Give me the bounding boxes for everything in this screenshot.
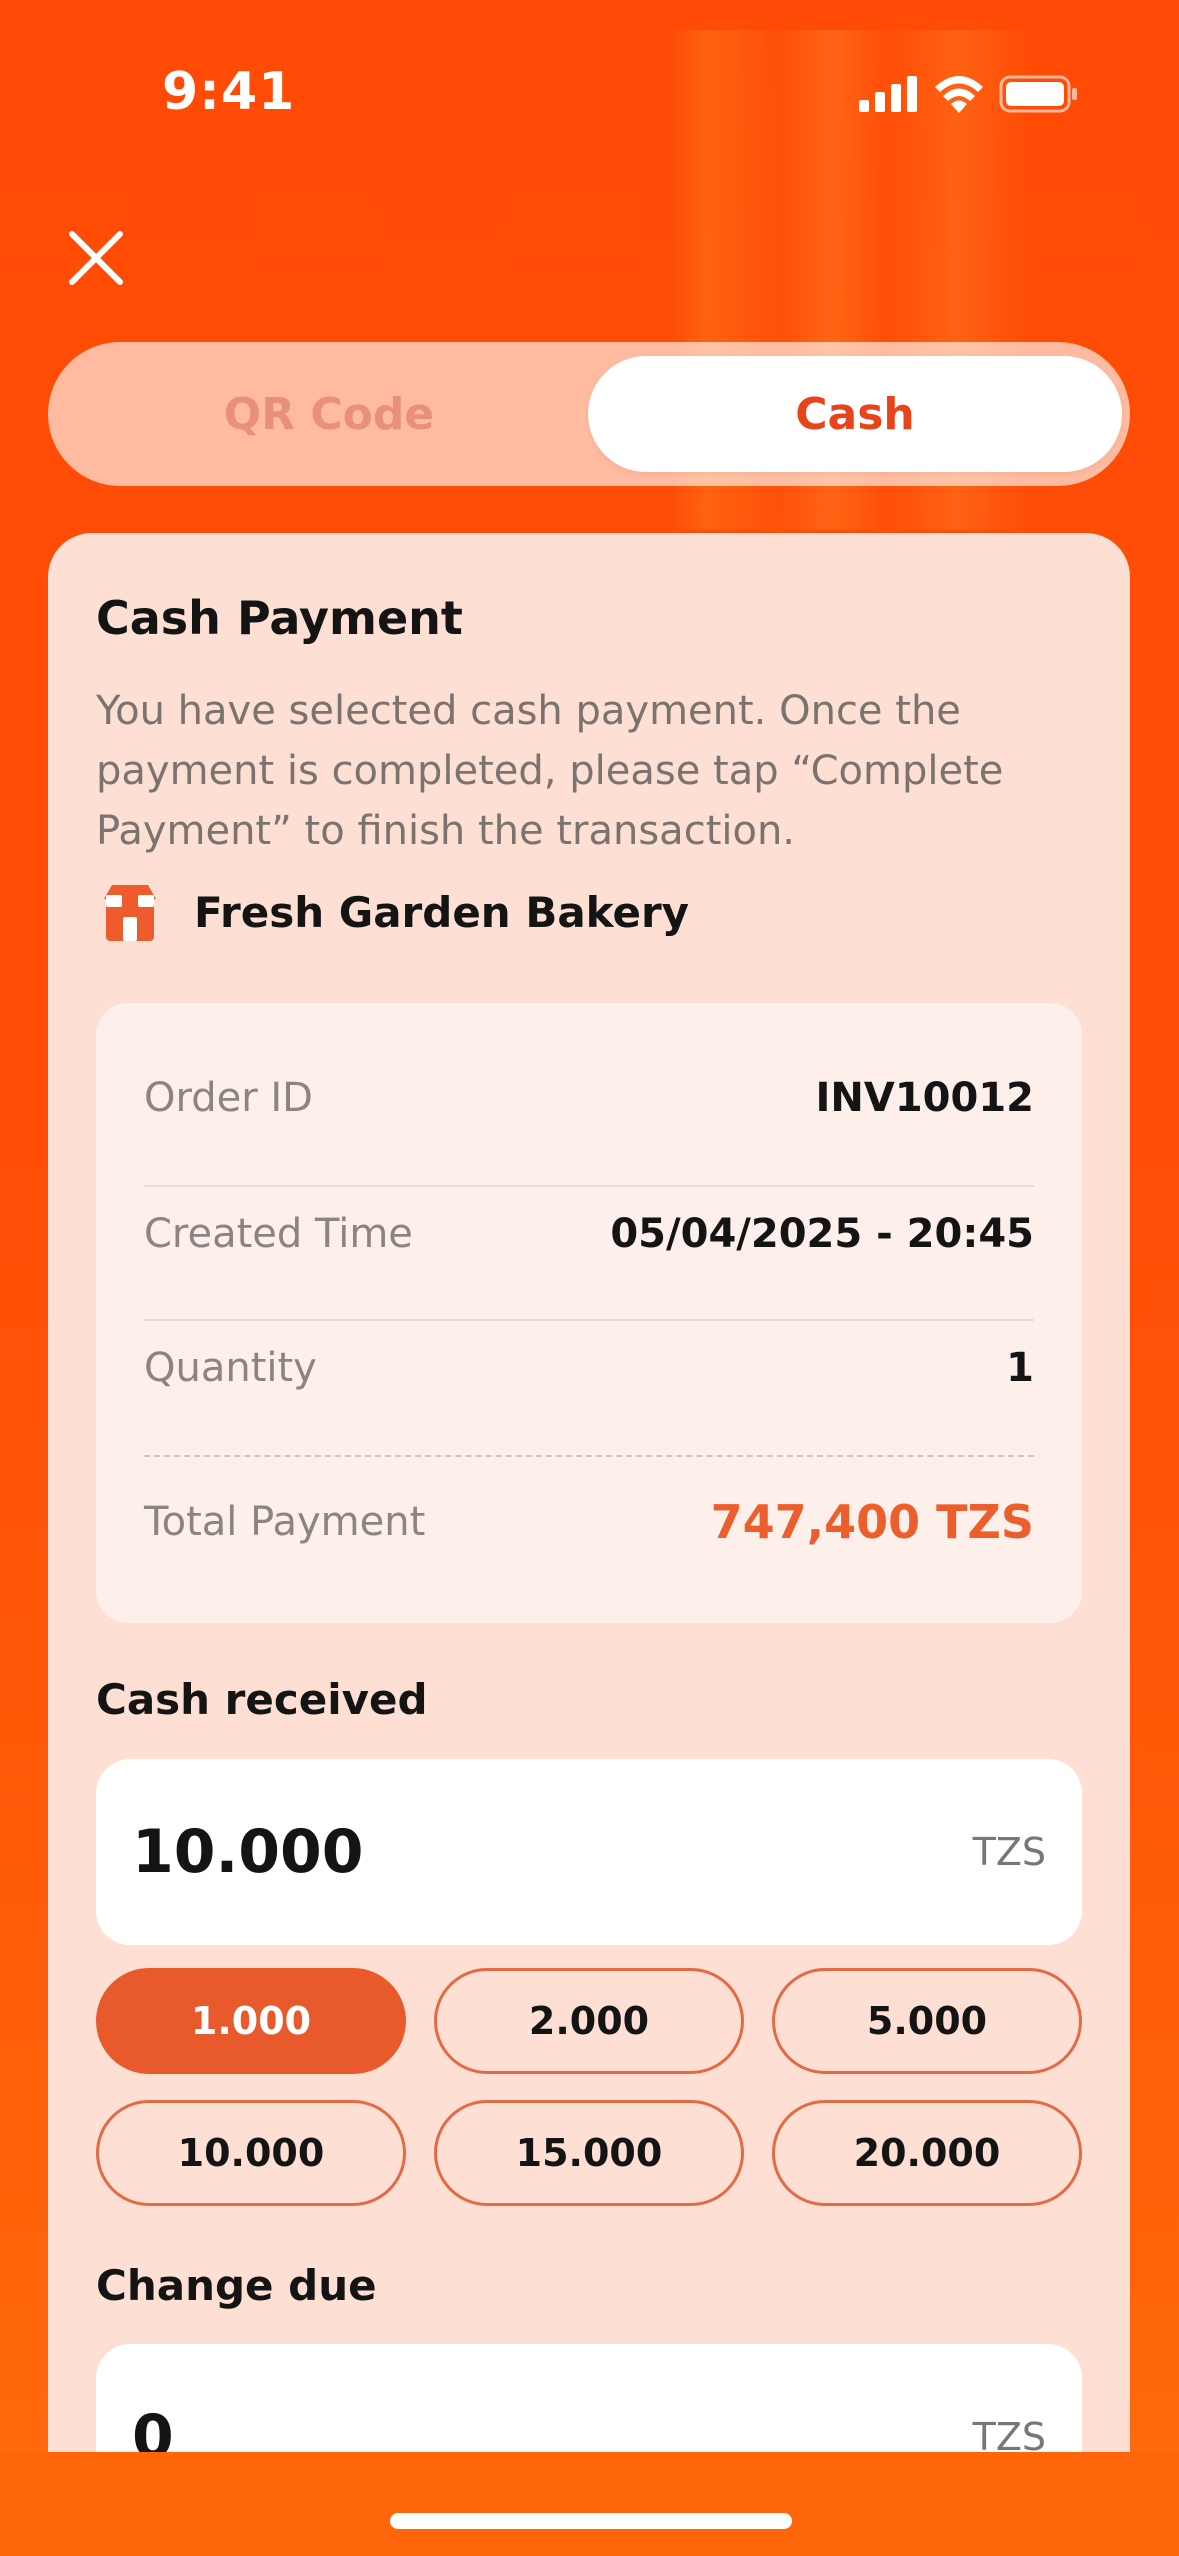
status-bar: 9:41	[0, 0, 1179, 190]
total-payment-label: Total Payment	[144, 1499, 426, 1545]
divider	[144, 1319, 1034, 1321]
quick-amount-chip[interactable]: 2.000	[434, 1968, 744, 2074]
divider	[144, 1185, 1034, 1187]
cash-payment-card: Cash Payment You have selected cash paym…	[48, 533, 1130, 2473]
tab-qr-code[interactable]: QR Code	[62, 356, 596, 472]
battery-icon	[999, 75, 1077, 113]
order-id-row: Order ID INV10012	[144, 1075, 1034, 1121]
created-time-row: Created Time 05/04/2025 - 20:45	[144, 1211, 1034, 1257]
quick-amount-chip[interactable]: 1.000	[96, 1968, 406, 2074]
change-due-label: Change due	[96, 2261, 377, 2310]
created-time-label: Created Time	[144, 1211, 413, 1257]
quick-amount-chip[interactable]: 5.000	[772, 1968, 1082, 2074]
merchant-name: Fresh Garden Bakery	[194, 887, 690, 937]
tab-cash[interactable]: Cash	[588, 356, 1122, 472]
signal-icon	[859, 76, 917, 112]
bottom-bar	[0, 2452, 1179, 2556]
shop-icon	[104, 885, 156, 941]
cash-received-unit: TZS	[972, 1830, 1046, 1874]
close-button[interactable]	[66, 228, 126, 288]
cash-received-input[interactable]: 10.000 TZS	[96, 1759, 1082, 1945]
quantity-label: Quantity	[144, 1345, 317, 1391]
quick-amount-chip[interactable]: 10.000	[96, 2100, 406, 2206]
cash-received-label: Cash received	[96, 1675, 428, 1724]
status-time: 9:41	[162, 62, 296, 122]
home-indicator[interactable]	[390, 2513, 792, 2529]
close-icon	[69, 231, 123, 285]
payment-method-tabs: QR Code Cash	[48, 342, 1130, 486]
total-payment-value: 747,400 TZS	[710, 1495, 1034, 1549]
quick-amount-chip[interactable]: 20.000	[772, 2100, 1082, 2206]
merchant: Fresh Garden Bakery	[102, 883, 689, 941]
order-id-value: INV10012	[815, 1075, 1034, 1121]
total-payment-row: Total Payment 747,400 TZS	[144, 1495, 1034, 1549]
status-icons	[859, 75, 1079, 113]
order-id-label: Order ID	[144, 1075, 313, 1121]
created-time-value: 05/04/2025 - 20:45	[610, 1211, 1034, 1257]
cash-received-value: 10.000	[132, 1817, 364, 1887]
quick-amount-chip[interactable]: 15.000	[434, 2100, 744, 2206]
card-description: You have selected cash payment. Once the…	[96, 688, 1004, 854]
card-title: Cash Payment	[96, 591, 463, 645]
wifi-icon	[935, 76, 983, 113]
dashed-divider	[144, 1455, 1034, 1457]
quantity-value: 1	[1006, 1345, 1034, 1391]
order-details: Order ID INV10012 Created Time 05/04/202…	[96, 1003, 1082, 1623]
quantity-row: Quantity 1	[144, 1345, 1034, 1391]
